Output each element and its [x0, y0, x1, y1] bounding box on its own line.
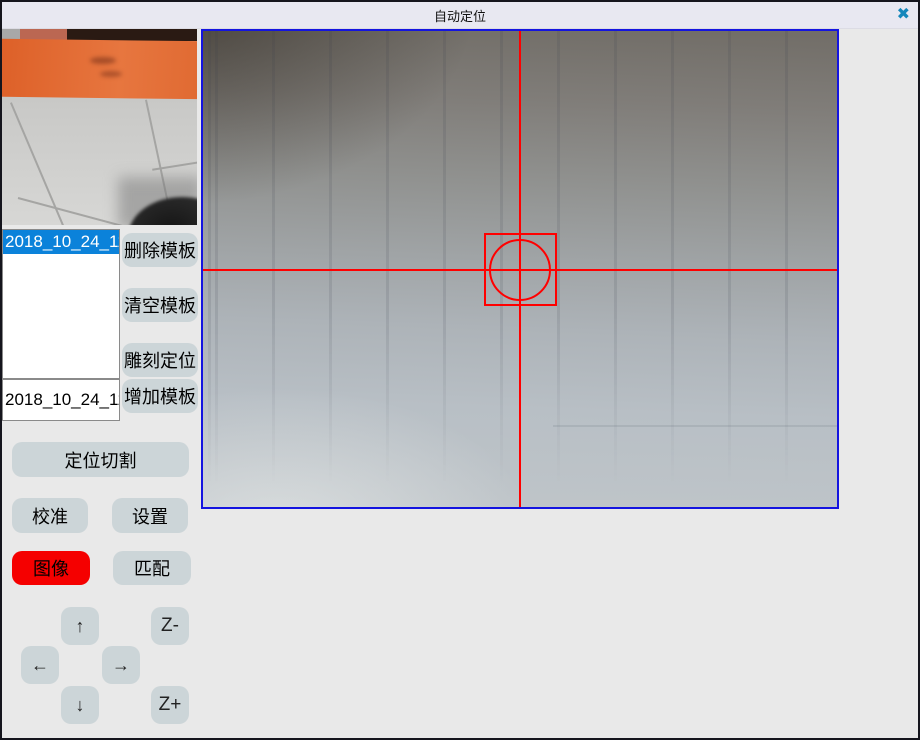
settings-button[interactable]: 设置	[112, 498, 188, 533]
close-icon[interactable]: ✖	[897, 2, 910, 28]
title-bar: 自动定位 ✖	[2, 2, 918, 29]
template-name-input[interactable]	[2, 379, 120, 421]
window-title: 自动定位	[434, 6, 486, 25]
camera-view[interactable]	[201, 29, 839, 509]
jog-left-button[interactable]: ←	[21, 646, 59, 684]
roi-circle	[489, 239, 551, 301]
auto-locate-window: 自动定位 ✖ 2018_10_24_11 删除模板 清空模板 雕刻定位 增加模板…	[0, 0, 920, 740]
thumbnail-beam-smudge	[100, 71, 122, 77]
jog-z-minus-button[interactable]: Z-	[151, 607, 189, 645]
jog-z-plus-button[interactable]: Z+	[151, 686, 189, 724]
add-template-button[interactable]: 增加模板	[122, 379, 198, 413]
template-list[interactable]: 2018_10_24_11	[2, 229, 120, 379]
thumbnail-beam-smudge	[90, 57, 116, 64]
image-button-active[interactable]: 图像	[12, 551, 90, 585]
thumbnail-orange-beam	[2, 39, 197, 99]
locate-cut-button[interactable]: 定位切割	[12, 442, 189, 477]
template-thumbnail[interactable]	[2, 29, 197, 225]
calibrate-button[interactable]: 校准	[12, 498, 88, 533]
template-list-item-selected[interactable]: 2018_10_24_11	[3, 230, 119, 254]
jog-up-button[interactable]: ↑	[61, 607, 99, 645]
match-button[interactable]: 匹配	[113, 551, 191, 585]
camera-faint-line	[553, 425, 837, 427]
engrave-locate-button[interactable]: 雕刻定位	[122, 343, 198, 377]
clear-templates-button[interactable]: 清空模板	[122, 288, 198, 322]
delete-template-button[interactable]: 删除模板	[122, 233, 198, 267]
jog-right-button[interactable]: →	[102, 646, 140, 684]
jog-down-button[interactable]: ↓	[61, 686, 99, 724]
